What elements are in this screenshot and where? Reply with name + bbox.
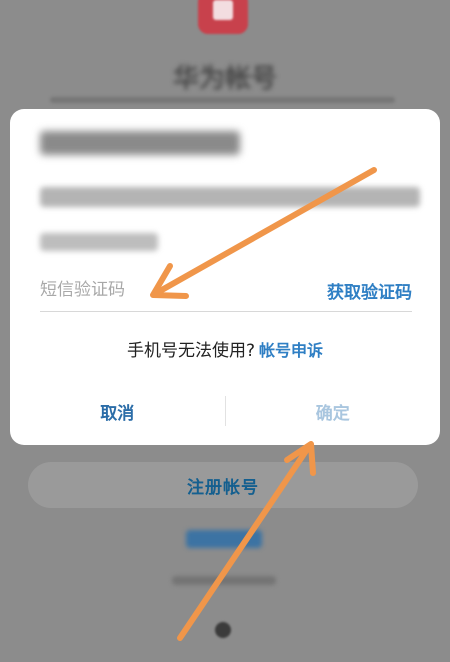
page-title: 华为帐号 xyxy=(172,64,277,94)
phone-unusable-text: 手机号无法使用? xyxy=(126,341,255,361)
masked-phone-number-blurred xyxy=(40,233,158,251)
huawei-app-icon xyxy=(198,0,248,34)
sms-code-input[interactable] xyxy=(40,280,240,300)
confirm-button[interactable]: 确定 xyxy=(226,398,441,425)
register-account-label: 注册帐号 xyxy=(187,477,259,498)
verify-identity-dialog: 获取验证码 手机号无法使用?帐号申诉 取消 确定 xyxy=(10,109,440,445)
cancel-button[interactable]: 取消 xyxy=(10,398,225,425)
register-account-button[interactable]: 注册帐号 xyxy=(28,462,418,508)
dialog-title-blurred xyxy=(40,131,240,155)
phone-unusable-row: 手机号无法使用? 帐号申诉 xyxy=(10,336,440,361)
page-subtitle-blurred xyxy=(50,97,395,103)
dialog-description-blurred xyxy=(40,187,420,207)
blurred-footer-text xyxy=(172,576,276,585)
get-code-button[interactable]: 获取验证码 xyxy=(327,278,412,303)
blurred-link[interactable] xyxy=(186,530,262,548)
sms-code-row: 获取验证码 xyxy=(40,269,412,312)
account-appeal-link[interactable]: 帐号申诉 xyxy=(259,341,323,360)
dialog-button-row: 取消 确定 xyxy=(10,391,440,431)
bottom-dot-icon xyxy=(215,622,231,638)
